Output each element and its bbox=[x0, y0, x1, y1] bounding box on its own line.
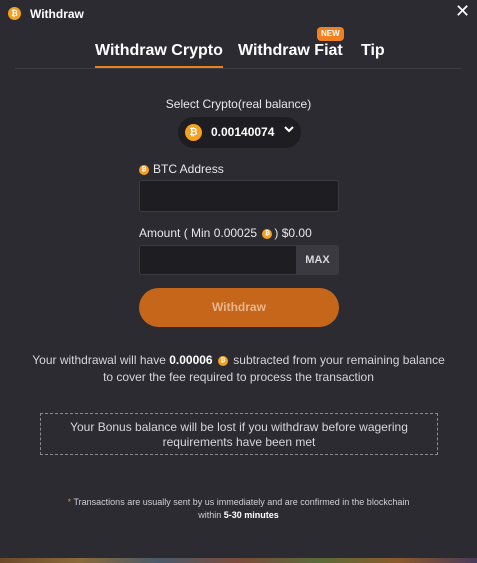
bitcoin-icon: ₿ bbox=[139, 164, 149, 175]
btc-address-label-text: BTC Address bbox=[153, 162, 224, 176]
crypto-select-dropdown[interactable]: ₿ 0.00140074 bbox=[178, 117, 301, 148]
bonus-warning: Your Bonus balance will be lost if you w… bbox=[40, 413, 438, 455]
select-crypto-label: Select Crypto(real balance) bbox=[165, 97, 312, 111]
transaction-note: * Transactions are usually sent by us im… bbox=[60, 496, 417, 522]
withdraw-modal: ₿ Withdraw ✕ Withdraw Crypto Withdraw Fi… bbox=[0, 0, 477, 563]
amount-input[interactable] bbox=[139, 245, 297, 275]
max-button[interactable]: MAX bbox=[296, 245, 339, 275]
chevron-down-icon bbox=[283, 123, 295, 138]
amount-label: Amount ( Min 0.00025 ₿) $0.00 bbox=[139, 226, 312, 240]
bitcoin-icon: ₿ bbox=[262, 228, 273, 239]
withdraw-button[interactable]: Withdraw bbox=[139, 288, 339, 327]
background-strip bbox=[0, 558, 477, 563]
asterisk: * bbox=[67, 497, 72, 507]
bitcoin-icon: ₿ bbox=[217, 355, 228, 366]
modal-title: Withdraw bbox=[30, 7, 84, 21]
tab-withdraw-fiat[interactable]: Withdraw Fiat bbox=[238, 42, 343, 60]
btc-address-label: ₿ BTC Address bbox=[139, 162, 224, 176]
confirmation-time: 5-30 minutes bbox=[223, 510, 279, 520]
close-button[interactable]: ✕ bbox=[455, 2, 470, 20]
fee-amount: 0.00006 bbox=[169, 353, 213, 367]
tab-tip[interactable]: Tip bbox=[361, 42, 385, 60]
new-badge: NEW bbox=[317, 27, 344, 41]
modal-titlebar: ₿ Withdraw ✕ bbox=[0, 0, 477, 30]
tab-withdraw-crypto[interactable]: Withdraw Crypto bbox=[95, 42, 223, 68]
tab-bar: Withdraw Crypto Withdraw Fiat Tip bbox=[15, 38, 462, 69]
crypto-balance-value: 0.00140074 bbox=[211, 125, 275, 139]
fee-note-before: Your withdrawal will have bbox=[32, 353, 166, 367]
amount-label-suffix: ) $0.00 bbox=[274, 226, 312, 240]
amount-label-prefix: Amount ( Min 0.00025 bbox=[139, 226, 258, 240]
bitcoin-icon: ₿ bbox=[185, 124, 202, 141]
bitcoin-icon: ₿ bbox=[8, 7, 21, 20]
fee-note: Your withdrawal will have 0.00006 ₿ subt… bbox=[30, 352, 447, 386]
btc-address-input[interactable] bbox=[139, 180, 339, 212]
